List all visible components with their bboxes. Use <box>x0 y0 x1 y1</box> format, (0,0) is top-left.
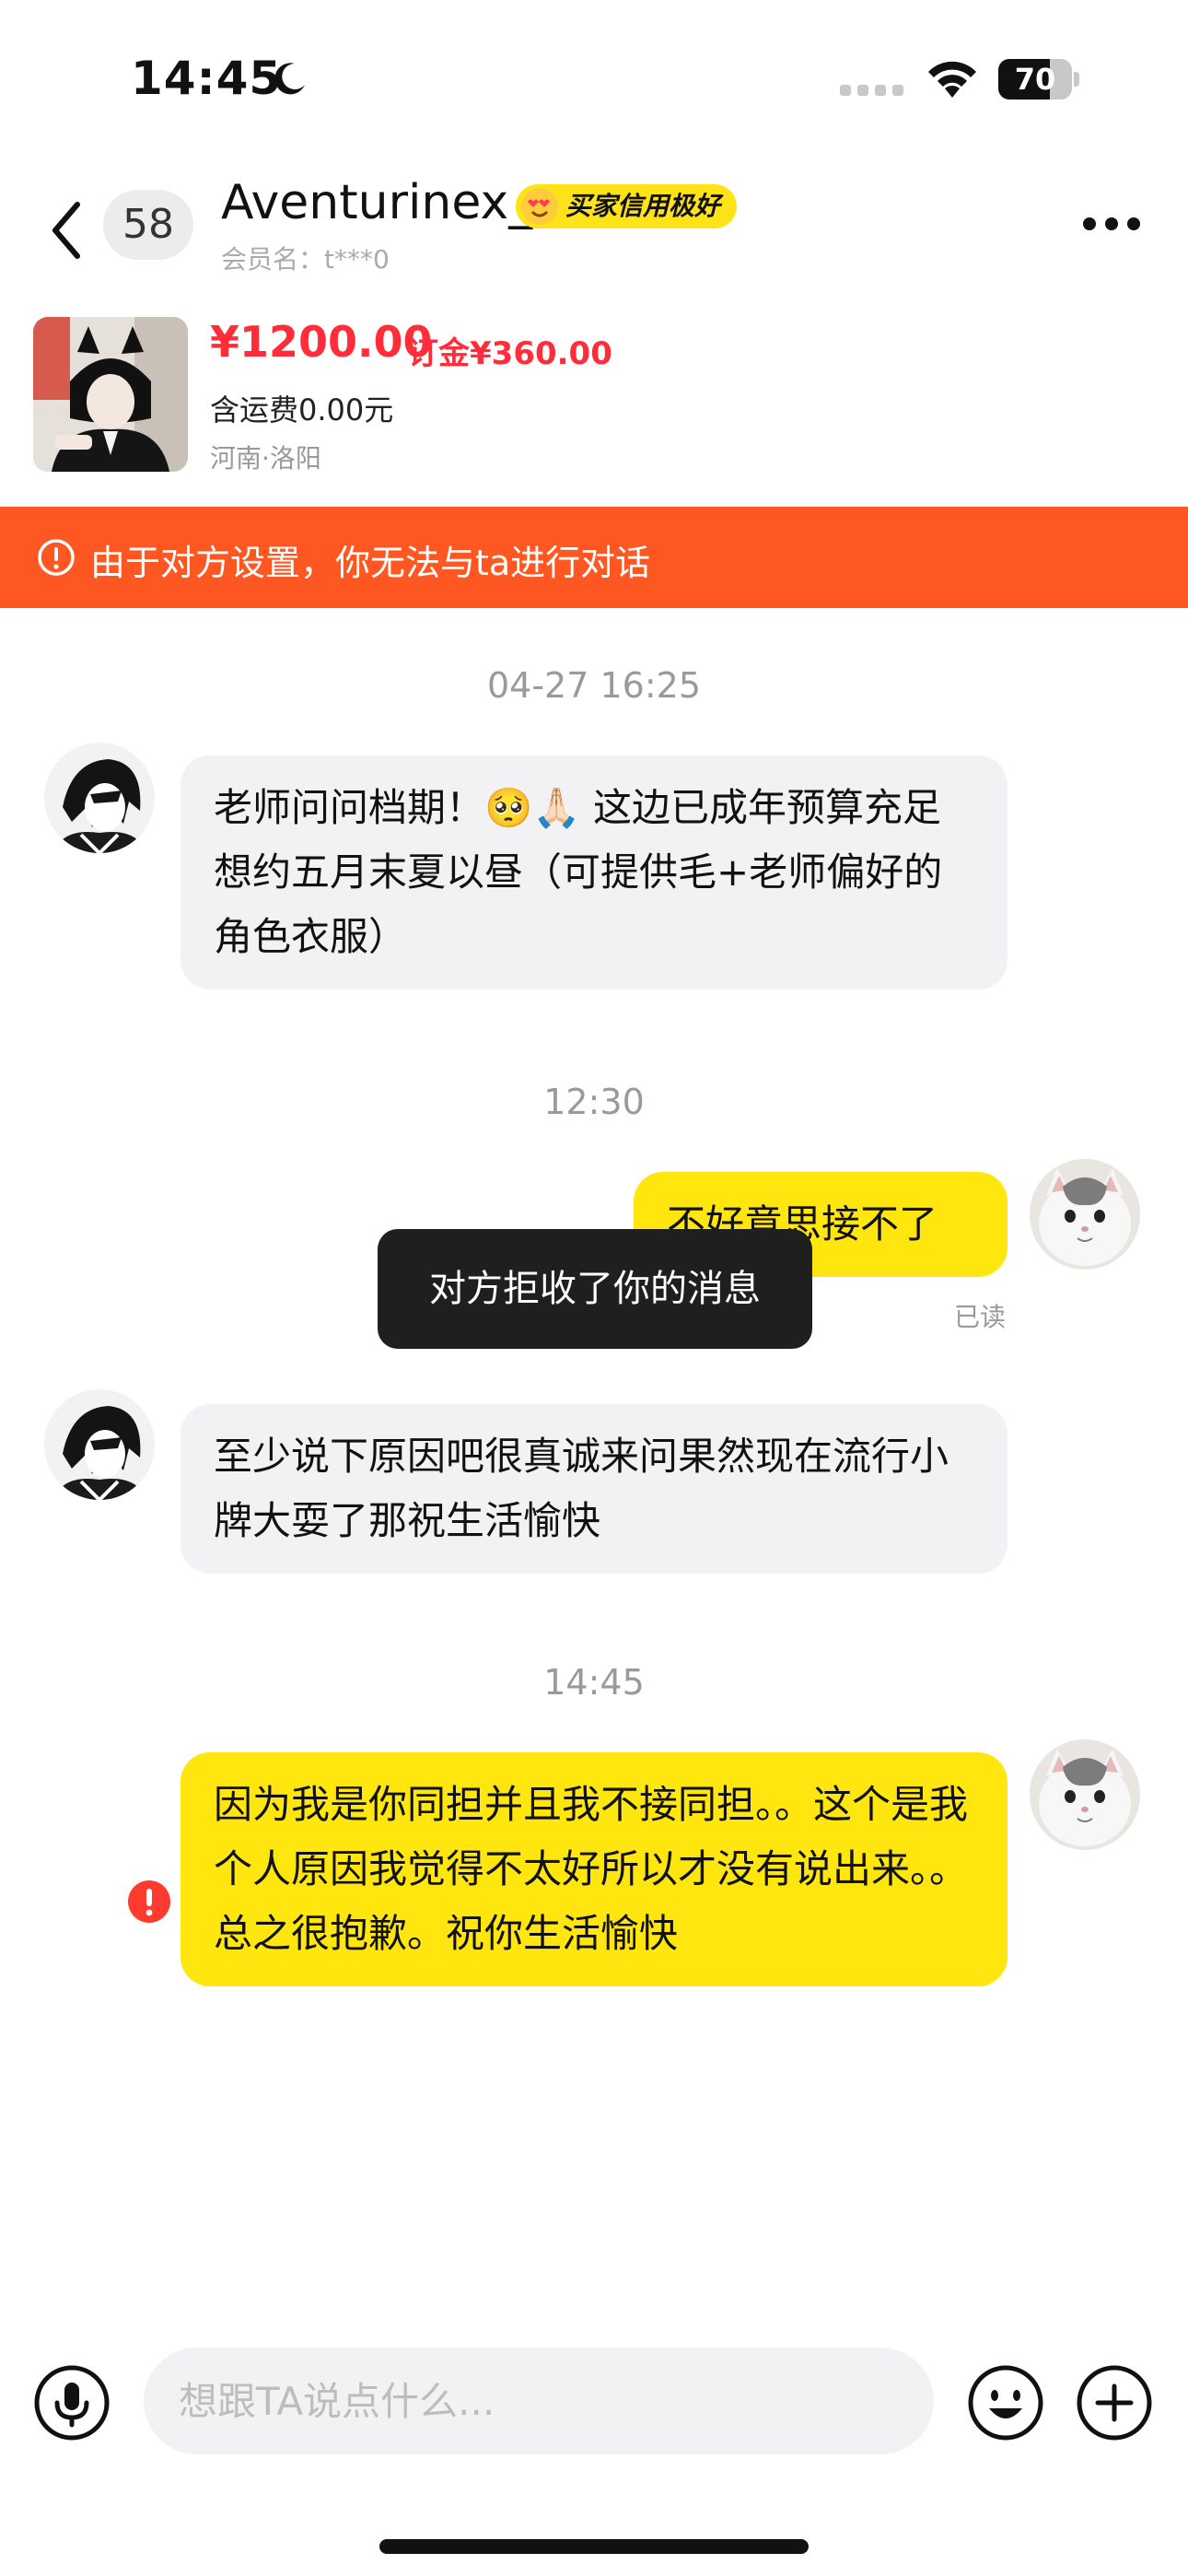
product-deposit: 订金¥360.00 <box>407 335 612 372</box>
wifi-icon <box>928 61 976 98</box>
message-input[interactable] <box>144 2348 934 2454</box>
battery-tip <box>1074 72 1079 87</box>
blocked-warning-banner: 由于对方设置，你无法与ta进行对话 <box>0 507 1188 608</box>
contact-name[interactable]: Aventurinex_ <box>221 175 532 230</box>
member-name: 会员名：t***0 <box>221 244 390 275</box>
chat-timestamp: 14:45 <box>543 1662 645 1703</box>
error-icon[interactable] <box>127 1879 171 1924</box>
contact-avatar[interactable] <box>44 743 155 853</box>
battery-body: 70 <box>998 59 1072 100</box>
message-bubble-incoming[interactable]: 至少说下原因吧很真诚来问果然现在流行小牌大耍了那祝生活愉快 <box>181 1404 1007 1574</box>
contact-avatar[interactable] <box>44 1389 155 1500</box>
my-avatar[interactable] <box>1030 1159 1140 1270</box>
product-card[interactable]: ¥1200.00 订金¥360.00 含运费0.00元 河南·洛阳 <box>0 313 1188 479</box>
read-status: 已读 <box>954 1302 1007 1332</box>
chat-header: 58 Aventurinex_ 买家信用极好 会员名：t***0 <box>0 157 1188 295</box>
moon-icon <box>274 63 305 95</box>
status-time: 14:45 <box>131 52 283 105</box>
plus-icon[interactable] <box>1076 2364 1153 2441</box>
chat-timestamp: 12:30 <box>543 1082 645 1122</box>
battery-indicator: 70 <box>998 59 1079 100</box>
warning-icon <box>38 539 75 576</box>
rejected-toast: 对方拒收了你的消息 <box>378 1229 812 1349</box>
product-shipping: 含运费0.00元 <box>210 392 394 427</box>
my-avatar[interactable] <box>1030 1739 1140 1850</box>
back-arrow-icon[interactable] <box>42 193 90 267</box>
credit-badge: 买家信用极好 <box>516 184 738 228</box>
heart-eyes-emoji-icon <box>521 188 558 225</box>
signal-icon <box>840 85 903 96</box>
more-icon[interactable] <box>1083 217 1142 232</box>
product-location: 河南·洛阳 <box>210 443 321 474</box>
credit-badge-label: 买家信用极好 <box>565 191 721 221</box>
emoji-icon[interactable] <box>967 2364 1044 2441</box>
microphone-icon[interactable] <box>33 2364 111 2441</box>
warning-text: 由于对方设置，你无法与ta进行对话 <box>90 543 651 583</box>
home-indicator[interactable] <box>379 2539 809 2554</box>
unread-count-badge[interactable]: 58 <box>103 190 193 260</box>
product-price: ¥1200.00 <box>210 317 433 367</box>
battery-level: 70 <box>1014 62 1056 97</box>
chat-timestamp: 04-27 16:25 <box>486 665 701 706</box>
product-thumbnail[interactable] <box>33 317 188 472</box>
message-bubble-outgoing-failed[interactable]: 因为我是你同担并且我不接同担。。这个是我个人原因我觉得不太好所以才没有说出来。。… <box>181 1752 1007 1986</box>
message-bubble-incoming[interactable]: 老师问问档期！🥺🙏🏻 这边已成年预算充足 想约五月末夏以昼（可提供毛+老师偏好的… <box>181 755 1007 989</box>
status-bar: 14:45 70 <box>0 0 1188 138</box>
input-bar <box>0 2331 1188 2469</box>
